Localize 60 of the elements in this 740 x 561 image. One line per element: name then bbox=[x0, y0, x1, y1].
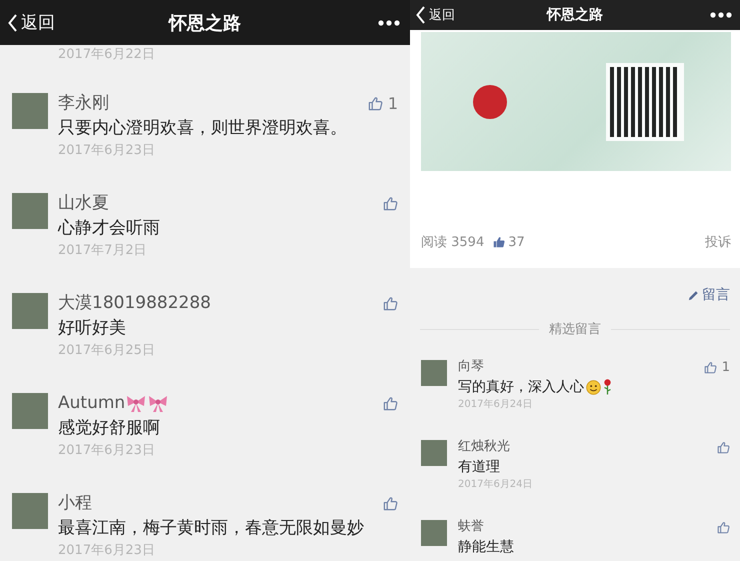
more-icon[interactable] bbox=[710, 12, 732, 18]
comment-date: 2017年7月2日 bbox=[58, 242, 148, 260]
thumbs-up-icon[interactable] bbox=[383, 496, 398, 510]
avatar-photo bbox=[12, 393, 48, 429]
pencil-icon bbox=[688, 290, 699, 300]
comment-date: 2017年6月24日 bbox=[458, 398, 534, 412]
back-chevron-icon bbox=[8, 14, 18, 32]
commenter-name: Autumn bbox=[58, 392, 126, 415]
comment-date: 2017年6月25日 bbox=[58, 342, 156, 360]
comment-text: 感觉好舒服啊 bbox=[58, 417, 160, 440]
avatar-photo bbox=[12, 93, 48, 129]
avatar-photo bbox=[12, 493, 48, 529]
comment-date: 2017年6月23日 bbox=[58, 442, 156, 460]
like-count: 1 bbox=[722, 360, 730, 374]
thumbs-up-icon[interactable] bbox=[717, 520, 730, 534]
like-count: 1 bbox=[388, 94, 398, 112]
write-comment-button[interactable]: 留言 bbox=[688, 285, 730, 305]
commenter-name: 小程 bbox=[58, 492, 92, 515]
avatar-photo bbox=[421, 520, 447, 546]
thumbs-up-icon[interactable] bbox=[383, 296, 398, 310]
smiley-icon bbox=[586, 380, 601, 394]
avatar-photo bbox=[12, 193, 48, 229]
like-count: 37 bbox=[508, 234, 525, 250]
back-button[interactable]: 返回 bbox=[416, 6, 455, 24]
commenter-name: 李永刚 bbox=[58, 92, 109, 115]
commenter-name: 蚨誉 bbox=[458, 518, 484, 536]
comment-date: 2017年6月22日 bbox=[57, 46, 156, 64]
ribbon-bow-icon bbox=[125, 393, 148, 413]
comment-date: 2017年6月23日 bbox=[58, 142, 156, 160]
avatar-photo bbox=[12, 293, 48, 329]
comment-text: 写的真好，深入人心 bbox=[458, 378, 584, 397]
thumbs-up-icon[interactable] bbox=[383, 396, 398, 410]
comment-text: 有道理 bbox=[458, 458, 500, 477]
comment-date: 2017年6月23日 bbox=[58, 542, 156, 560]
nav-title: 怀恩之路 bbox=[547, 7, 603, 23]
commenter-name: 向琴 bbox=[458, 358, 484, 376]
comment-text: 静能生慧 bbox=[458, 538, 514, 557]
comment-text: 只要内心澄明欢喜，则世界澄明欢喜。 bbox=[58, 117, 347, 140]
avatar-photo bbox=[421, 440, 447, 466]
thumbs-up-icon[interactable] bbox=[368, 96, 383, 110]
thumbs-up-icon[interactable] bbox=[704, 360, 717, 374]
section-title: 精选留言 bbox=[549, 321, 601, 338]
nav-title: 怀恩之路 bbox=[169, 12, 241, 34]
thumbs-up-icon[interactable] bbox=[717, 440, 730, 454]
thumbs-up-icon bbox=[493, 236, 506, 248]
comment-text: 心静才会听雨 bbox=[58, 217, 160, 240]
commenter-name: 山水夏 bbox=[58, 192, 109, 215]
comment-date: 2017年6月24日 bbox=[458, 478, 534, 492]
commenter-name: 大漠18019882288 bbox=[58, 292, 211, 315]
avatar-photo bbox=[421, 360, 447, 386]
comment-text: 最喜江南，梅子黄时雨，春意无限如曼妙 bbox=[58, 517, 364, 540]
back-chevron-icon bbox=[416, 6, 426, 24]
commenter-name: 红烛秋光 bbox=[458, 438, 510, 456]
rose-icon bbox=[603, 379, 612, 395]
thumbs-up-icon[interactable] bbox=[383, 196, 398, 210]
more-icon[interactable] bbox=[378, 20, 400, 26]
comment-text: 好听好美 bbox=[58, 317, 126, 340]
read-count: 阅读 3594 bbox=[421, 234, 484, 251]
back-button[interactable]: 返回 bbox=[8, 11, 55, 34]
ribbon-bow-icon bbox=[147, 393, 170, 413]
